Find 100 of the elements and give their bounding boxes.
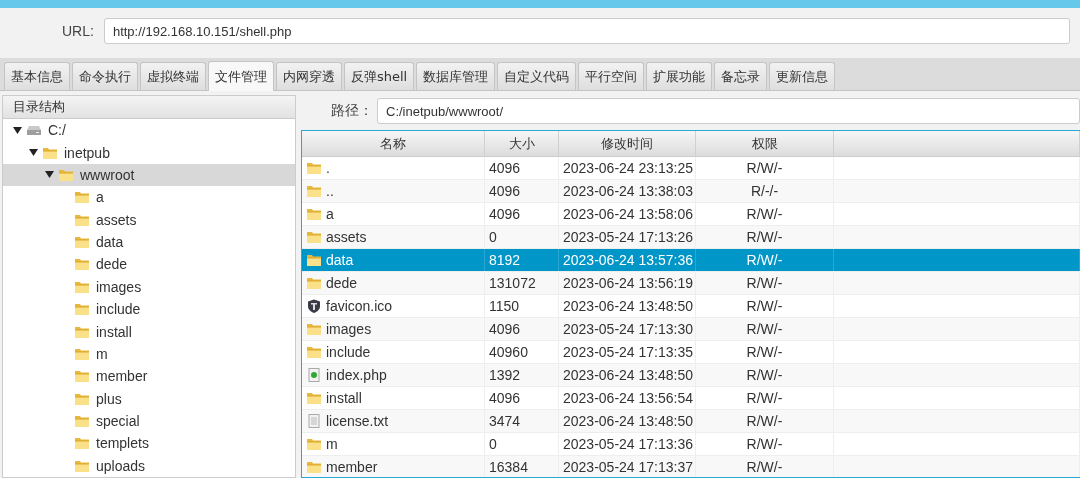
- table-row[interactable]: license.txt 3474 2023-06-24 13:48:50 R/W/-: [302, 410, 1080, 433]
- folder-icon: [306, 391, 322, 405]
- folder-icon: [306, 253, 322, 267]
- folder-icon: [74, 346, 90, 361]
- file-name: data: [326, 252, 354, 268]
- folder-icon: [306, 322, 322, 336]
- table-row[interactable]: favicon.ico 1150 2023-06-24 13:48:50 R/W/-: [302, 295, 1080, 318]
- tree-item[interactable]: uploads: [3, 454, 295, 477]
- folder-icon: [74, 391, 90, 406]
- drive-icon: [26, 123, 42, 138]
- table-cell: 16384: [485, 456, 559, 477]
- tab[interactable]: 数据库管理: [416, 62, 496, 90]
- table-cell: R/W/-: [696, 318, 834, 340]
- table-cell: 4096: [485, 180, 559, 202]
- tab[interactable]: 更新信息: [769, 62, 836, 90]
- expand-caret-icon[interactable]: [13, 126, 22, 134]
- table-cell: 4096: [485, 157, 559, 179]
- table-cell: 2023-05-24 17:13:26: [559, 226, 696, 248]
- tab[interactable]: 内网穿透: [276, 62, 342, 90]
- table-cell: 2023-06-24 13:57:36: [559, 249, 696, 271]
- table-cell: R/W/-: [696, 433, 834, 455]
- tree-item[interactable]: images: [3, 275, 295, 298]
- table-cell: 8192: [485, 249, 559, 271]
- table-cell: R/W/-: [696, 249, 834, 271]
- url-field[interactable]: http://192.168.10.151/shell.php: [103, 18, 1070, 44]
- table-cell: 4096: [485, 318, 559, 340]
- table-row[interactable]: dede 131072 2023-06-24 13:56:19 R/W/-: [302, 272, 1080, 295]
- file-name: member: [326, 459, 378, 475]
- folder-icon: [74, 324, 90, 339]
- tab[interactable]: 反弹shell: [344, 62, 415, 90]
- tree-item[interactable]: templets: [3, 432, 295, 455]
- column-header[interactable]: 权限: [696, 131, 834, 156]
- file-name: a: [326, 206, 334, 222]
- tab[interactable]: 备忘录: [714, 62, 768, 90]
- table-cell: R/-/-: [696, 180, 834, 202]
- tree-item[interactable]: data: [3, 230, 295, 254]
- file-name: dede: [326, 275, 358, 291]
- table-row[interactable]: include 40960 2023-05-24 17:13:35 R/W/-: [302, 341, 1080, 364]
- table-cell: 2023-06-24 13:48:50: [559, 364, 696, 386]
- table-cell: 4096: [485, 203, 559, 225]
- folder-icon: [306, 437, 322, 451]
- tab[interactable]: 虚拟终端: [140, 62, 206, 90]
- tree-item[interactable]: install: [3, 320, 295, 343]
- table-row[interactable]: images 4096 2023-05-24 17:13:30 R/W/-: [302, 318, 1080, 341]
- folder-icon: [42, 145, 58, 160]
- table-cell: R/W/-: [696, 410, 834, 432]
- tab[interactable]: 平行空间: [578, 62, 645, 90]
- tree-item[interactable]: dede: [3, 253, 295, 276]
- file-name: .: [326, 160, 330, 176]
- tree-item[interactable]: C:/: [3, 119, 295, 142]
- tab[interactable]: 扩展功能: [646, 62, 713, 90]
- tree-item[interactable]: plus: [3, 387, 295, 410]
- file-name: index.php: [326, 367, 387, 383]
- tree-item[interactable]: m: [3, 342, 295, 366]
- tree-item[interactable]: assets: [3, 208, 295, 231]
- table-cell: 131072: [485, 272, 559, 294]
- path-field[interactable]: C:/inetpub/wwwroot/: [377, 98, 1080, 124]
- expand-caret-icon[interactable]: [45, 171, 54, 179]
- table-cell: 2023-06-24 23:13:25: [559, 157, 696, 179]
- table-row[interactable]: index.php 1392 2023-06-24 13:48:50 R/W/-: [302, 364, 1080, 387]
- tree-item[interactable]: wwwroot: [3, 163, 295, 187]
- table-cell: R/W/-: [696, 226, 834, 248]
- tab[interactable]: 基本信息: [4, 62, 70, 90]
- table-cell: 1150: [485, 295, 559, 317]
- table-cell: 2023-06-24 13:56:54: [559, 387, 696, 409]
- table-cell: R/W/-: [696, 387, 834, 409]
- shield-icon: [306, 299, 322, 313]
- table-row[interactable]: install 4096 2023-06-24 13:56:54 R/W/-: [302, 387, 1080, 410]
- table-row[interactable]: a 4096 2023-06-24 13:58:06 R/W/-: [302, 203, 1080, 226]
- folder-icon: [306, 276, 322, 290]
- tree-item[interactable]: include: [3, 298, 295, 321]
- expand-caret-icon[interactable]: [29, 149, 38, 157]
- tab[interactable]: 命令执行: [72, 62, 138, 90]
- tree-item[interactable]: inetpub: [3, 141, 295, 164]
- column-header[interactable]: 修改时间: [559, 131, 696, 156]
- path-label: 路径：: [331, 102, 373, 120]
- table-cell: 3474: [485, 410, 559, 432]
- tree-item[interactable]: a: [3, 186, 295, 209]
- table-cell: 2023-06-24 13:48:50: [559, 295, 696, 317]
- table-row[interactable]: assets 0 2023-05-24 17:13:26 R/W/-: [302, 226, 1080, 249]
- table-row[interactable]: .. 4096 2023-06-24 13:38:03 R/-/-: [302, 180, 1080, 203]
- folder-icon: [306, 230, 322, 244]
- table-row[interactable]: . 4096 2023-06-24 23:13:25 R/W/-: [302, 157, 1080, 180]
- folder-icon: [74, 436, 90, 451]
- table-row[interactable]: m 0 2023-05-24 17:13:36 R/W/-: [302, 433, 1080, 456]
- file-name: license.txt: [326, 413, 389, 429]
- table-cell: 2023-06-24 13:38:03: [559, 180, 696, 202]
- folder-icon: [306, 345, 322, 359]
- tab[interactable]: 文件管理: [208, 61, 274, 91]
- column-header[interactable]: 名称: [302, 131, 485, 156]
- folder-icon: [58, 167, 74, 182]
- file-name: install: [326, 390, 362, 406]
- tree-item[interactable]: member: [3, 365, 295, 388]
- panel-header: 目录结构: [3, 96, 295, 119]
- table-row[interactable]: member 16384 2023-05-24 17:13:37 R/W/-: [302, 456, 1080, 477]
- column-header[interactable]: 大小: [485, 131, 559, 156]
- table-cell: R/W/-: [696, 203, 834, 225]
- file-name: ..: [326, 183, 334, 199]
- tree-item[interactable]: special: [3, 409, 295, 433]
- tab[interactable]: 自定义代码: [497, 62, 577, 90]
